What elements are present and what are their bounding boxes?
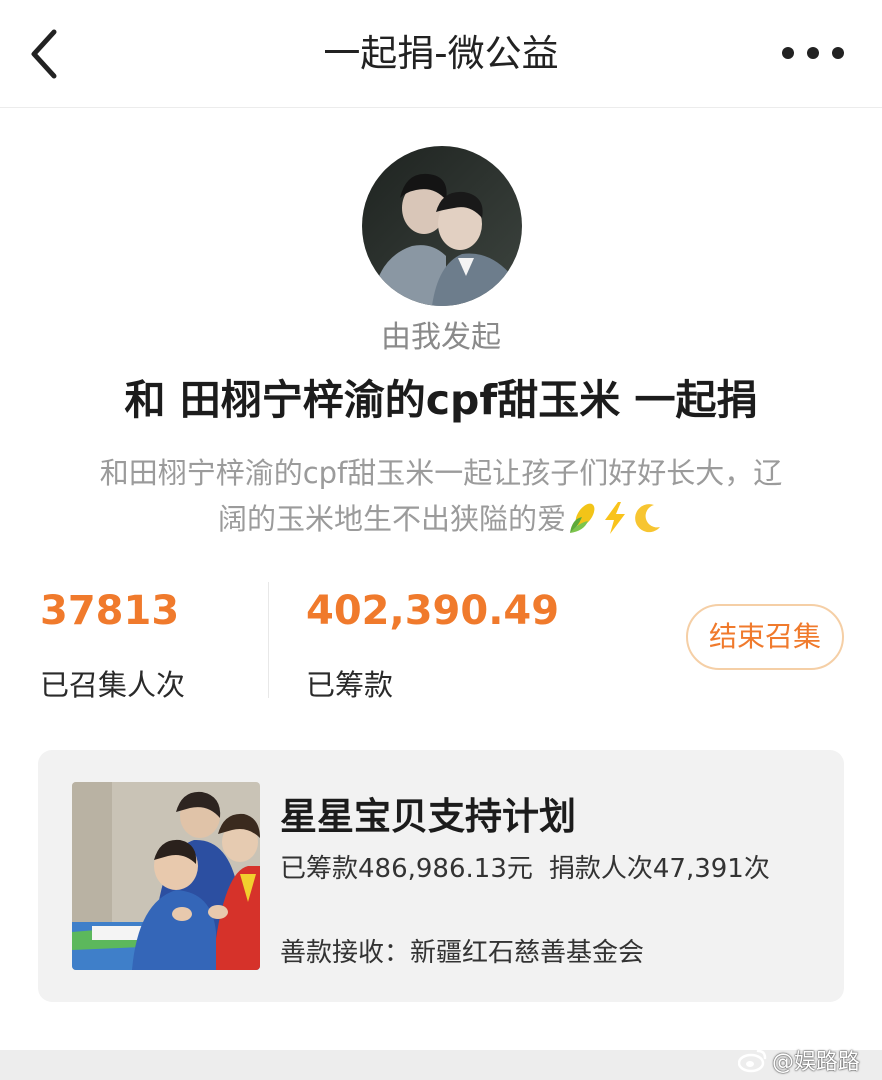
raised-amount: 402,390.49	[306, 588, 560, 634]
initiator-label: 由我发起	[381, 320, 501, 355]
more-button[interactable]	[782, 40, 844, 66]
project-name: 星星宝贝支持计划	[280, 795, 576, 838]
raised-label: 已筹款	[306, 668, 394, 702]
description-line-2: 阔的玉米地生不出狭隘的爱	[217, 502, 566, 536]
lightning-icon	[600, 501, 630, 548]
project-card[interactable]: 星星宝贝支持计划 已筹款486,986.13元 捐款人次47,391次 善款接收：…	[38, 750, 844, 1002]
project-donors: 捐款人次47,391次	[548, 854, 770, 884]
participants-count: 37813	[40, 588, 180, 634]
watermark-text: @娱路路	[772, 1050, 861, 1075]
description-line-1: 和田栩宁梓渝的cpf甜玉米一起让孩子们好好长大，辽	[99, 456, 783, 490]
top-bar: 一起捐-微公益	[0, 0, 882, 108]
avatar[interactable]	[362, 146, 522, 306]
participants-label: 已召集人次	[40, 668, 186, 702]
description-line-2-wrap: 阔的玉米地生不出狭隘的爱	[76, 496, 806, 548]
corn-icon	[566, 501, 600, 548]
project-receiver: 善款接收：新疆红石慈善基金会	[280, 938, 645, 968]
page-title: 一起捐-微公益	[323, 32, 559, 75]
campaign-title: 和 田栩宁梓渝的cpf甜玉米 一起捐	[124, 376, 758, 424]
end-collection-button[interactable]: 结束召集	[686, 604, 844, 670]
crescent-moon-icon	[630, 501, 664, 548]
project-raised: 已筹款486,986.13元	[280, 854, 533, 884]
weibo-logo-icon	[738, 1049, 767, 1073]
watermark: @娱路路	[738, 1044, 860, 1076]
campaign-description: 和田栩宁梓渝的cpf甜玉米一起让孩子们好好长大，辽 阔的玉米地生不出狭隘的爱	[76, 450, 806, 548]
more-dots-icon	[782, 47, 794, 59]
project-stats: 已筹款486,986.13元 捐款人次47,391次	[280, 848, 770, 885]
stats-divider	[268, 582, 269, 698]
project-image	[72, 782, 260, 970]
